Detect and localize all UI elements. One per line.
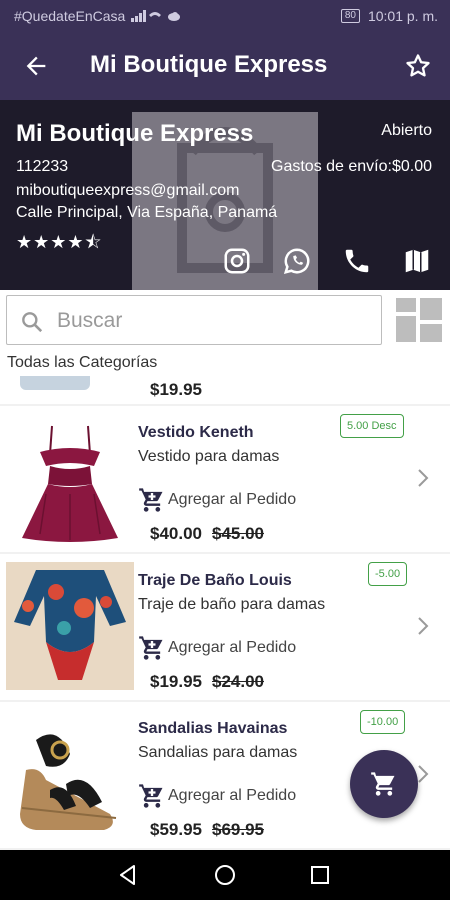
product-prices: $19.95 $24.00: [150, 672, 264, 692]
add-cart-icon: [139, 636, 163, 660]
cart-icon: [371, 772, 395, 796]
app-bar: Mi Boutique Express: [0, 32, 450, 100]
add-to-order-label: Agregar al Pedido: [168, 787, 297, 804]
chevron-right-icon[interactable]: [416, 616, 430, 636]
add-cart-icon: [139, 488, 163, 512]
product-name: Vestido Keneth: [138, 424, 254, 441]
product-price: $19.95: [150, 672, 202, 691]
product-price: $59.95: [150, 820, 202, 839]
cart-fab-button[interactable]: [350, 750, 418, 818]
add-to-order-label: Agregar al Pedido: [168, 491, 297, 508]
search-box[interactable]: [6, 295, 382, 345]
product-old-price: $24.00: [212, 672, 264, 691]
shipping-cost: Gastos de envío:$0.00: [271, 158, 432, 175]
search-row: [0, 290, 450, 350]
store-code: 112233: [16, 158, 69, 175]
nav-back-icon[interactable]: [116, 863, 140, 887]
product-description: Traje de baño para damas: [138, 596, 326, 613]
product-prices: $40.00 $45.00: [150, 524, 264, 544]
signal-icon: [131, 10, 162, 22]
product-image-swimsuit: [6, 562, 134, 690]
product-old-price: $45.00: [212, 524, 264, 543]
discount-badge: -5.00: [368, 562, 408, 586]
chevron-right-icon[interactable]: [416, 468, 430, 488]
product-image: [20, 376, 90, 390]
app-title: Mi Boutique Express: [90, 51, 328, 78]
product-image-dress: [6, 414, 134, 542]
whatsapp-icon[interactable]: [282, 246, 312, 276]
list-item[interactable]: $19.95: [0, 376, 450, 404]
status-hashtag: #QuedateEnCasa: [14, 8, 126, 24]
system-nav-bar: [0, 850, 450, 900]
map-icon[interactable]: [402, 246, 432, 276]
clock-text: 10:01 p. m.: [367, 8, 438, 24]
search-icon: [19, 309, 45, 335]
add-to-order-button[interactable]: Agregar al Pedido: [138, 782, 296, 810]
nav-home-icon[interactable]: [213, 863, 237, 887]
add-cart-icon: [139, 784, 163, 808]
category-filter[interactable]: Todas las Categorías: [7, 354, 157, 372]
rating-stars: ★★★★⯪: [16, 232, 103, 252]
nav-recents-icon[interactable]: [308, 863, 332, 887]
product-price: $19.95: [150, 380, 202, 399]
discount-badge: 5.00 Desc: [340, 414, 404, 438]
product-name: Traje De Baño Louis: [138, 572, 292, 589]
product-name: Sandalias Havainas: [138, 720, 288, 737]
battery-icon: 80: [340, 9, 360, 23]
store-header: Mi Boutique Express Abierto 112233 Gasto…: [0, 100, 450, 290]
add-to-order-button[interactable]: Agregar al Pedido: [138, 486, 296, 514]
store-actions: [222, 246, 432, 276]
product-prices: $59.95 $69.95: [150, 820, 264, 840]
add-to-order-button[interactable]: Agregar al Pedido: [138, 634, 296, 662]
grid-view-icon[interactable]: [396, 298, 442, 342]
product-old-price: $69.95: [212, 820, 264, 839]
store-address: Calle Principal, Via España, Panamá: [16, 204, 278, 221]
chevron-right-icon[interactable]: [416, 764, 430, 784]
product-image-sandals: [6, 710, 134, 838]
product-price: $40.00: [150, 524, 202, 543]
add-to-order-label: Agregar al Pedido: [168, 639, 297, 656]
product-card[interactable]: Vestido Keneth Vestido para damas Agrega…: [0, 406, 450, 552]
cloud-icon: [167, 8, 181, 24]
back-arrow-icon[interactable]: [22, 52, 50, 80]
instagram-icon[interactable]: [222, 246, 252, 276]
store-status: Abierto: [381, 122, 432, 139]
product-description: Vestido para damas: [138, 448, 280, 465]
product-description: Sandalias para damas: [138, 744, 298, 761]
discount-badge: -10.00: [360, 710, 406, 734]
store-name: Mi Boutique Express: [16, 120, 254, 147]
phone-icon[interactable]: [342, 246, 372, 276]
search-input[interactable]: [57, 304, 367, 338]
star-outline-icon[interactable]: [404, 52, 432, 80]
store-email[interactable]: miboutiqueexpress@gmail.com: [16, 182, 239, 200]
product-card[interactable]: Traje De Baño Louis Traje de baño para d…: [0, 554, 450, 700]
status-bar: #QuedateEnCasa 80 10:01 p. m.: [0, 0, 450, 32]
